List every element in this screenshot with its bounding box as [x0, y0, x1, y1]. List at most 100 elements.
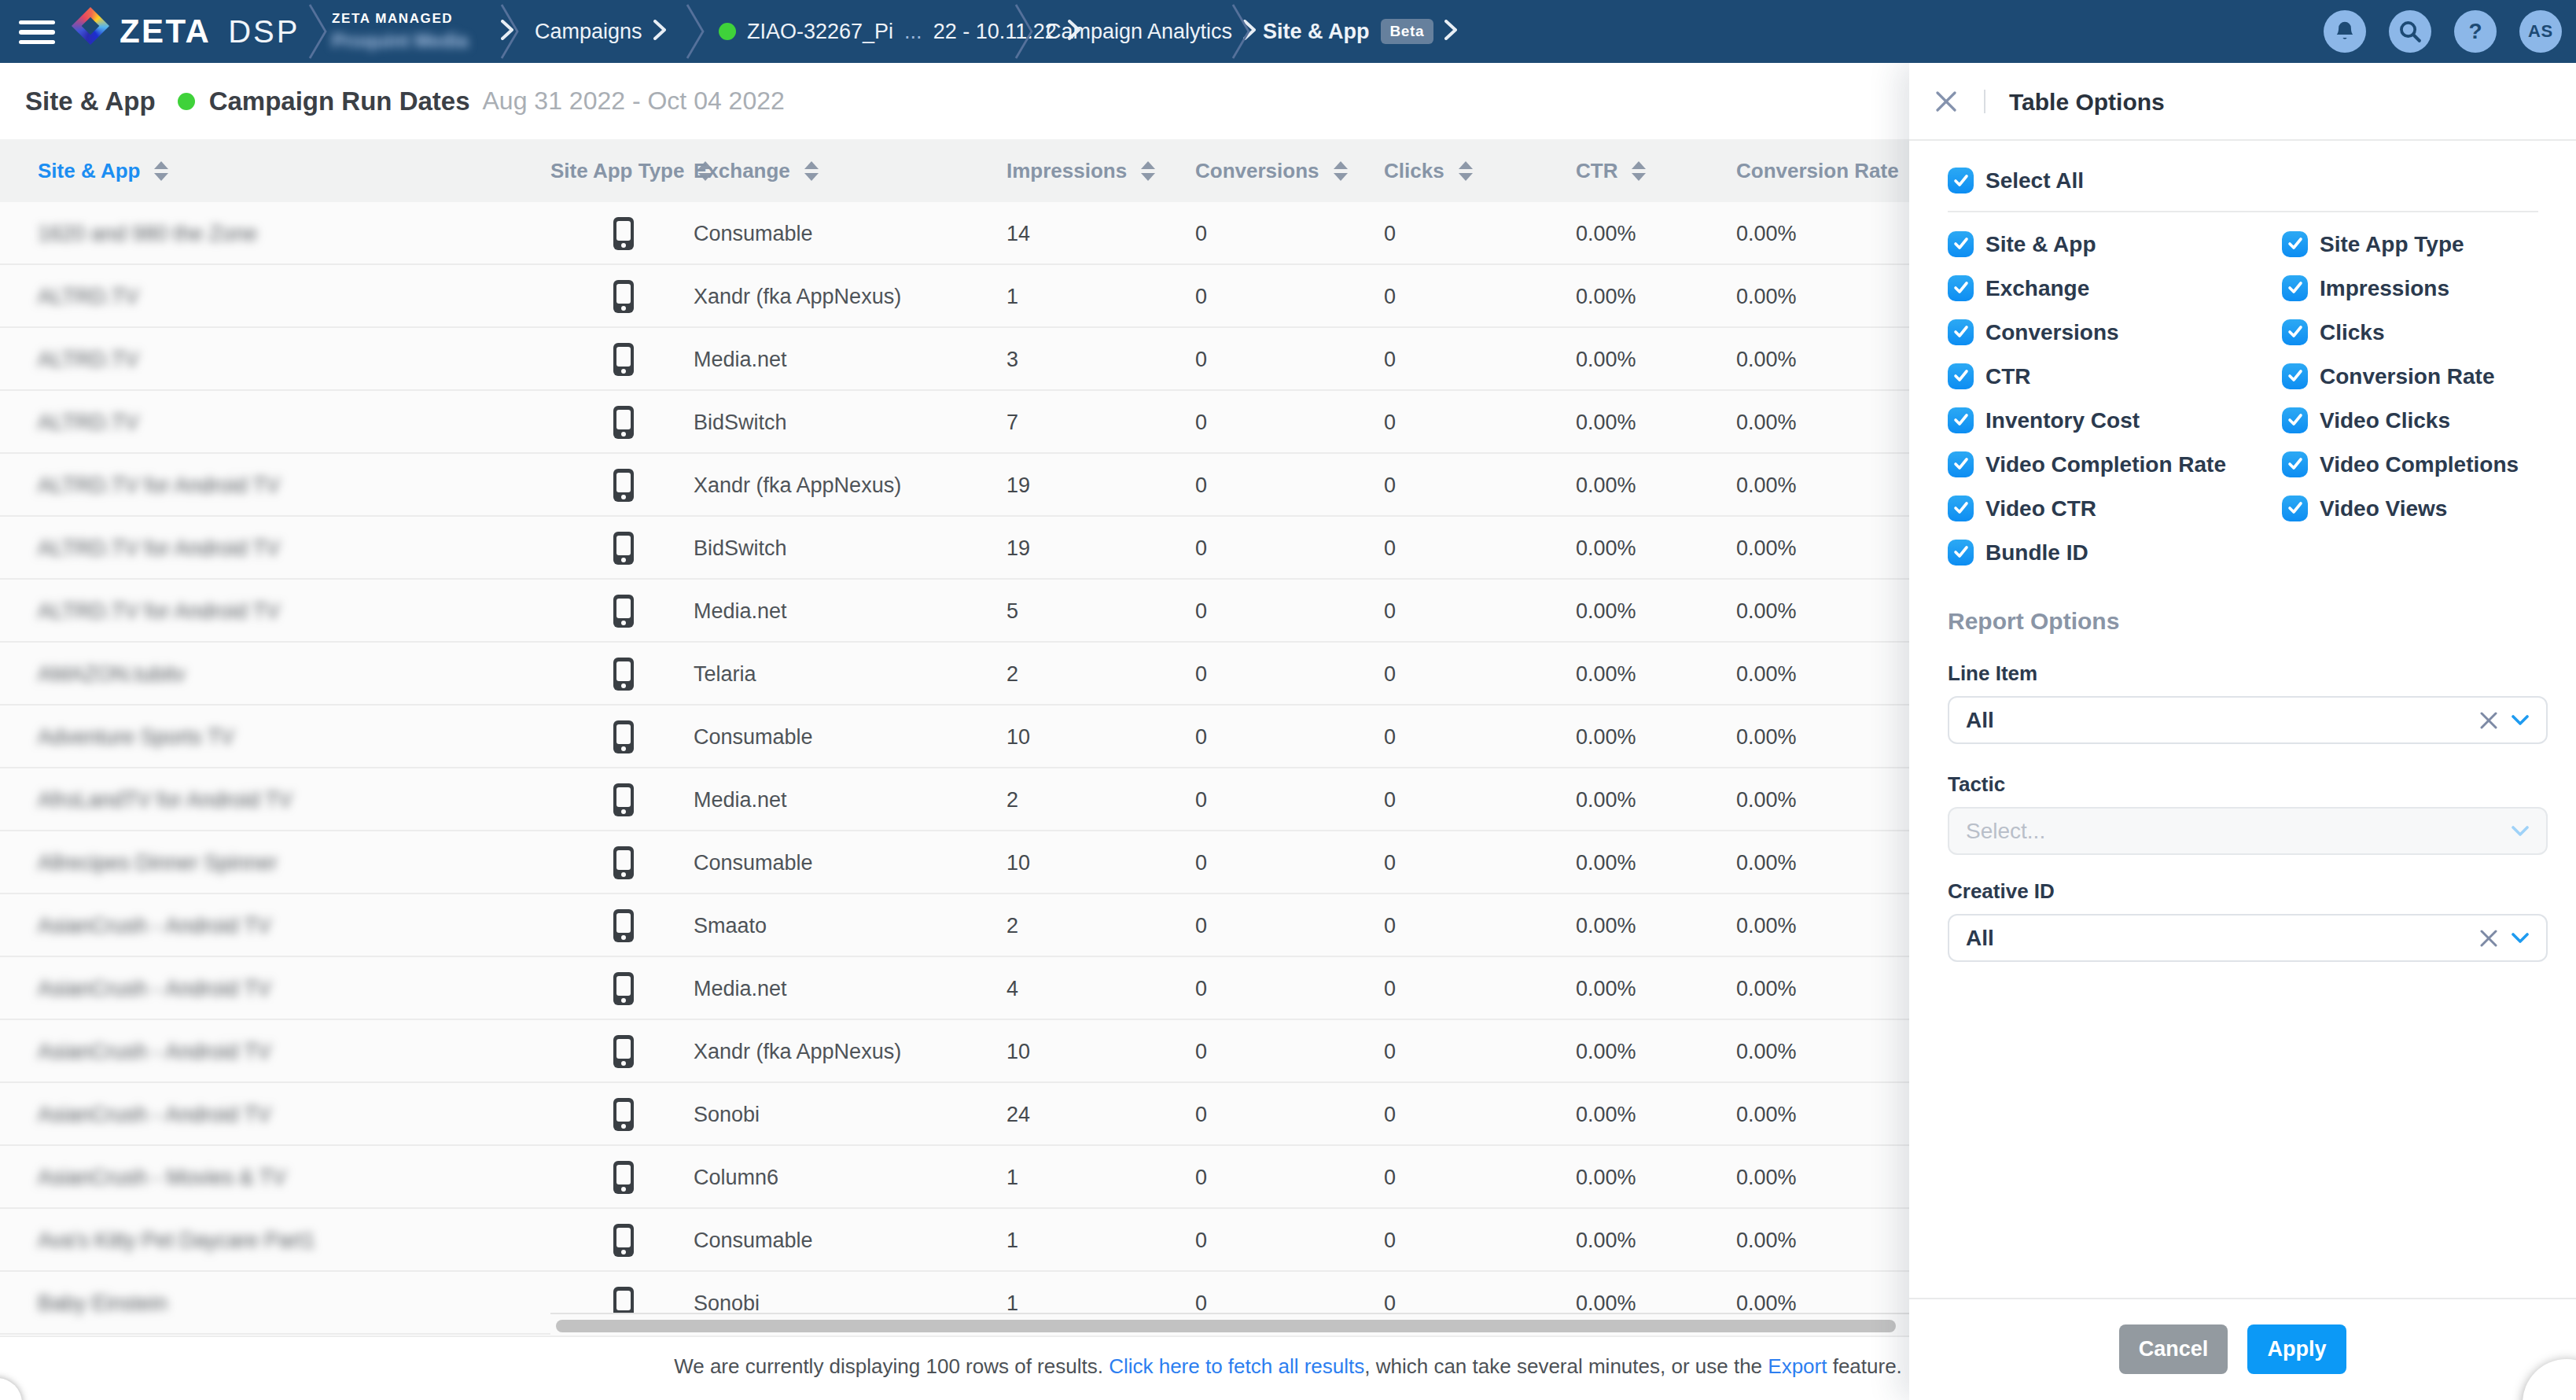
user-avatar[interactable]: AS: [2519, 10, 2562, 53]
breadcrumb-account-name: Proquint Media: [332, 30, 468, 52]
horizontal-scrollbar-track[interactable]: [550, 1313, 1909, 1336]
export-link[interactable]: Export: [1768, 1354, 1827, 1378]
sort-icon[interactable]: [1459, 161, 1473, 181]
breadcrumb-separator: [308, 3, 327, 60]
campaign-status-dot: [719, 23, 736, 40]
column-checkbox-video-completion-rate[interactable]: [1948, 451, 1974, 477]
divider: [1909, 1298, 2576, 1299]
apply-button[interactable]: Apply: [2247, 1324, 2346, 1374]
footer-text-after: feature.: [1827, 1354, 1901, 1378]
tactic-select[interactable]: Select...: [1948, 807, 2548, 855]
cancel-button[interactable]: Cancel: [2119, 1324, 2228, 1374]
cell-exchange: Consumable: [694, 706, 813, 768]
column-checkbox-exchange[interactable]: [1948, 275, 1974, 301]
select-all-label[interactable]: Select All: [1985, 168, 2084, 193]
help-button[interactable]: ?: [2454, 10, 2497, 53]
column-checkbox-video-ctr[interactable]: [1948, 496, 1974, 521]
line-item-select[interactable]: All: [1948, 696, 2548, 744]
clear-icon[interactable]: [2480, 712, 2497, 729]
column-checkbox-label[interactable]: Conversions: [1985, 320, 2119, 345]
column-checkbox-label[interactable]: Video CTR: [1985, 496, 2096, 521]
column-header-conversion-rate[interactable]: Conversion Rate: [1736, 139, 1927, 202]
column-checkbox-bundle-id[interactable]: [1948, 540, 1974, 566]
cell-conversions: 0: [1195, 328, 1207, 391]
column-checkbox-label[interactable]: Clicks: [2320, 320, 2385, 345]
column-checkbox-conversions[interactable]: [1948, 319, 1974, 345]
cell-impressions: 4: [1006, 957, 1018, 1020]
mobile-device-icon: [613, 1224, 634, 1257]
corner-widget[interactable]: [2523, 1359, 2576, 1400]
column-checkbox-label[interactable]: Site App Type: [2320, 232, 2464, 257]
breadcrumb-managed-account[interactable]: ZETA MANAGED Proquint Media: [332, 0, 513, 63]
column-checkbox-label[interactable]: Impressions: [2320, 276, 2449, 301]
notifications-button[interactable]: [2324, 10, 2366, 53]
breadcrumb-site-app[interactable]: Site & App Beta: [1263, 0, 1457, 63]
cell-ctr: 0.00%: [1576, 580, 1636, 643]
cell-exchange: Media.net: [694, 957, 787, 1020]
column-checkbox-video-completions[interactable]: [2282, 451, 2308, 477]
select-all-checkbox[interactable]: [1948, 168, 1974, 193]
column-checkbox-video-views[interactable]: [2282, 496, 2308, 521]
breadcrumb-campaign-analytics[interactable]: Campaign Analytics: [1046, 0, 1256, 63]
cell-conversions: 0: [1195, 1209, 1207, 1272]
sort-icon[interactable]: [804, 161, 819, 181]
sort-icon[interactable]: [154, 161, 168, 181]
column-header-site-app-type[interactable]: Site App Type: [550, 139, 712, 202]
column-checkbox-label[interactable]: Inventory Cost: [1985, 408, 2140, 433]
column-checkbox-label[interactable]: Exchange: [1985, 276, 2089, 301]
chevron-down-icon[interactable]: [2512, 933, 2529, 944]
column-checkbox-ctr[interactable]: [1948, 363, 1974, 389]
mobile-device-icon: [613, 720, 634, 753]
column-header-impressions[interactable]: Impressions: [1006, 139, 1155, 202]
question-mark-icon: ?: [2468, 19, 2482, 44]
sort-icon[interactable]: [1334, 161, 1348, 181]
cell-clicks: 0: [1384, 580, 1396, 643]
cell-clicks: 0: [1384, 328, 1396, 391]
column-header-clicks[interactable]: Clicks: [1384, 139, 1473, 202]
column-checkbox-clicks[interactable]: [2282, 319, 2308, 345]
column-checkbox-label[interactable]: Video Completion Rate: [1985, 452, 2226, 477]
column-checkbox-label[interactable]: Video Clicks: [2320, 408, 2450, 433]
cell-conversion-rate: 0.00%: [1736, 580, 1797, 643]
horizontal-scrollbar-thumb[interactable]: [556, 1320, 1896, 1332]
close-icon[interactable]: [1936, 91, 1956, 112]
column-header-exchange[interactable]: Exchange: [694, 139, 819, 202]
column-checkbox-impressions[interactable]: [2282, 275, 2308, 301]
cell-conversion-rate: 0.00%: [1736, 957, 1797, 1020]
column-header-site-app[interactable]: Site & App: [38, 139, 168, 202]
column-checkbox-label[interactable]: Conversion Rate: [2320, 364, 2495, 389]
sort-icon[interactable]: [1632, 161, 1646, 181]
tactic-label: Tactic: [1948, 772, 2005, 797]
cell-site-app: AMAZON.tubitv: [38, 643, 186, 706]
cell-clicks: 0: [1384, 768, 1396, 831]
column-checkbox-site-app-type[interactable]: [2282, 231, 2308, 257]
brand-zeta: ZETA: [120, 13, 211, 50]
mobile-device-icon: [613, 532, 634, 565]
hamburger-menu-icon[interactable]: [19, 20, 55, 44]
column-checkbox-label[interactable]: Video Views: [2320, 496, 2447, 521]
column-checkbox-site-app[interactable]: [1948, 231, 1974, 257]
breadcrumb-label: Campaign Analytics: [1046, 20, 1232, 44]
creative-id-select[interactable]: All: [1948, 914, 2548, 962]
column-header-conversions[interactable]: Conversions: [1195, 139, 1348, 202]
cell-conversions: 0: [1195, 1146, 1207, 1209]
column-checkbox-label[interactable]: Bundle ID: [1985, 540, 2088, 566]
column-checkbox-label[interactable]: CTR: [1985, 364, 2031, 389]
clear-icon[interactable]: [2480, 930, 2497, 947]
sort-icon[interactable]: [1141, 161, 1155, 181]
column-checkbox-conversion-rate[interactable]: [2282, 363, 2308, 389]
search-button[interactable]: [2389, 10, 2431, 53]
column-checkbox-label[interactable]: Site & App: [1985, 232, 2096, 257]
column-checkbox-inventory-cost[interactable]: [1948, 407, 1974, 433]
column-checkbox-label[interactable]: Video Completions: [2320, 452, 2519, 477]
cell-conversion-rate: 0.00%: [1736, 328, 1797, 391]
cell-impressions: 10: [1006, 1020, 1030, 1083]
cell-impressions: 14: [1006, 202, 1030, 265]
corner-widget-left[interactable]: [0, 1378, 22, 1400]
column-header-ctr[interactable]: CTR: [1576, 139, 1646, 202]
column-checkbox-video-clicks[interactable]: [2282, 407, 2308, 433]
fetch-all-results-link[interactable]: Click here to fetch all results: [1109, 1354, 1364, 1378]
breadcrumb-campaigns[interactable]: Campaigns: [535, 0, 666, 63]
zeta-logo-icon[interactable]: [72, 7, 109, 45]
chevron-down-icon[interactable]: [2512, 715, 2529, 726]
